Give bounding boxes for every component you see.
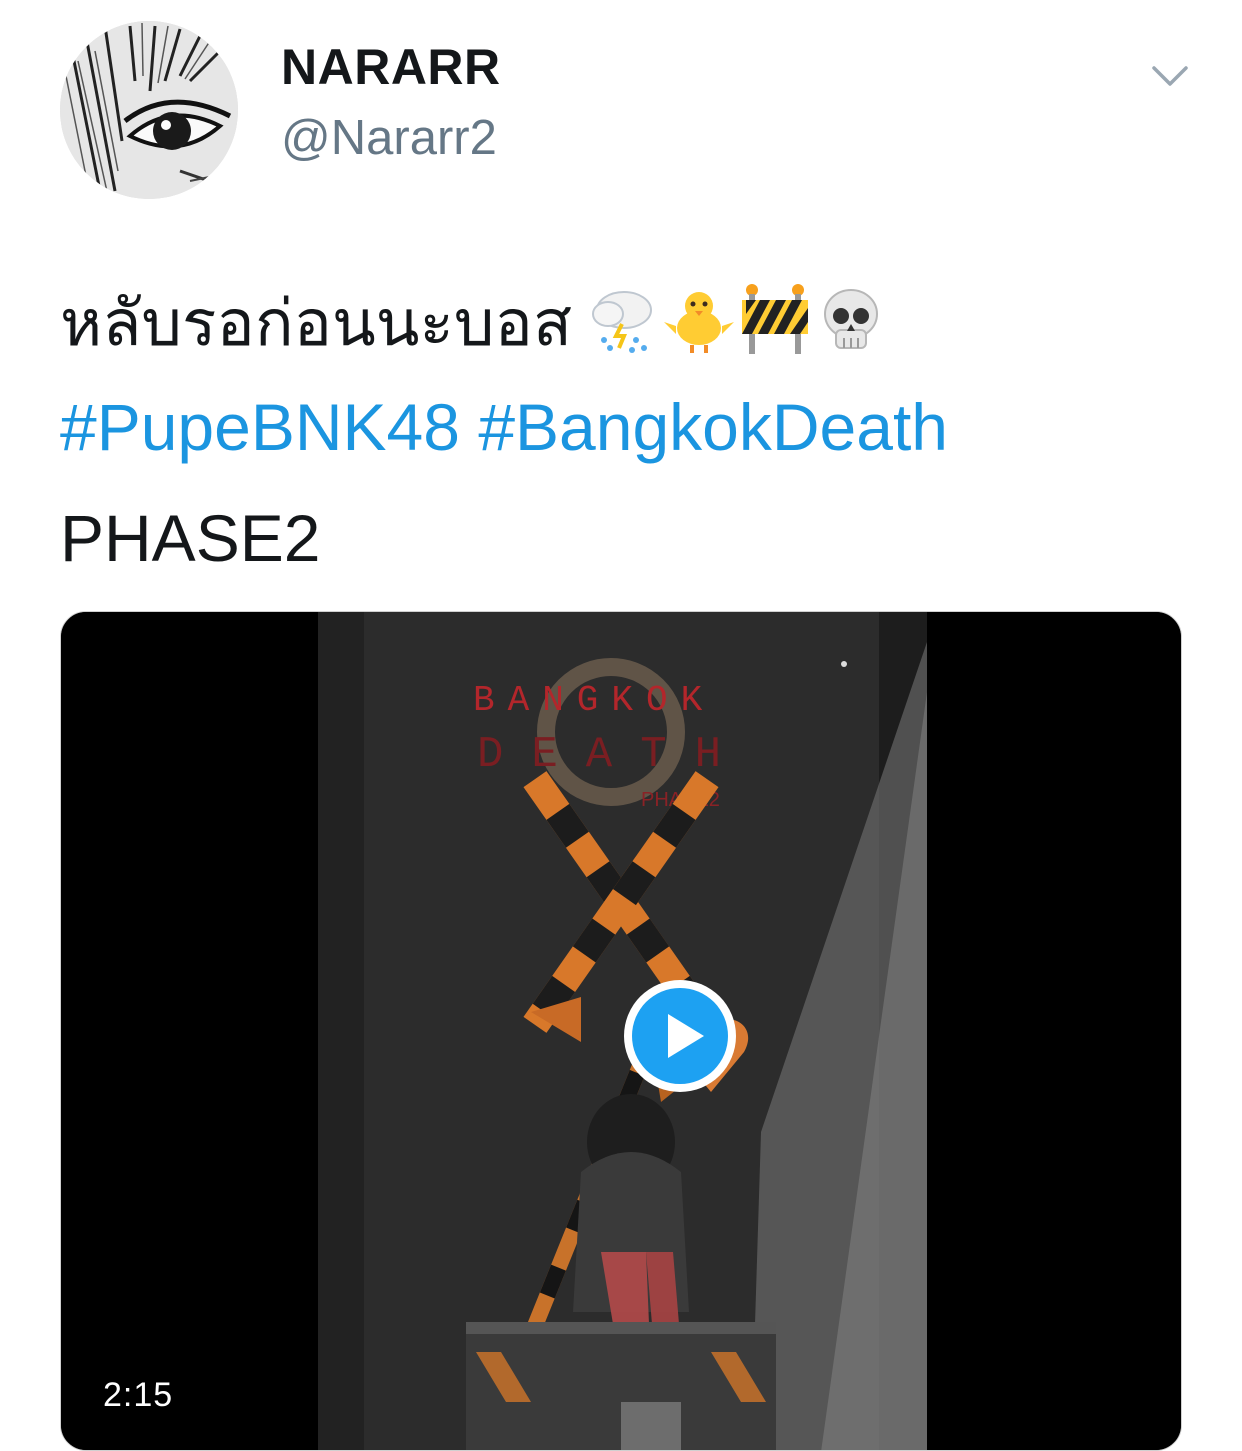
poster-title-line-1: BANGKOK xyxy=(473,680,715,721)
avatar-eye-illustration xyxy=(60,21,238,199)
video-player[interactable]: BANGKOK DEATH PHASE2 xyxy=(60,611,1182,1451)
emoji-row xyxy=(586,282,888,356)
display-name[interactable]: NARARR xyxy=(281,38,501,96)
baby-chick-icon xyxy=(662,282,736,356)
hashtag-link-bangkokdeath[interactable]: #BangkokDeath xyxy=(478,390,948,464)
chevron-down-icon[interactable] xyxy=(1150,58,1190,98)
play-button[interactable] xyxy=(620,976,740,1096)
cloud-with-lightning-and-rain-icon xyxy=(586,282,660,356)
tweet-text-thai: หลับรอก่อนนะบอส xyxy=(60,287,573,361)
avatar[interactable] xyxy=(60,21,238,199)
tweet-text-line-2: #PupeBNK48 #BangkokDeath xyxy=(60,394,948,460)
user-handle[interactable]: @Nararr2 xyxy=(281,110,497,166)
hashtag-link-pupebnk48[interactable]: #PupeBNK48 xyxy=(60,390,460,464)
tweet-text-line-3: PHASE2 xyxy=(60,501,321,575)
skull-icon xyxy=(814,282,888,356)
video-duration: 2:15 xyxy=(93,1372,184,1419)
construction-barrier-icon xyxy=(738,282,812,356)
tweet-text-line-1: หลับรอก่อนนะบอส xyxy=(60,282,888,356)
poster-title-line-2: DEATH xyxy=(477,730,749,780)
